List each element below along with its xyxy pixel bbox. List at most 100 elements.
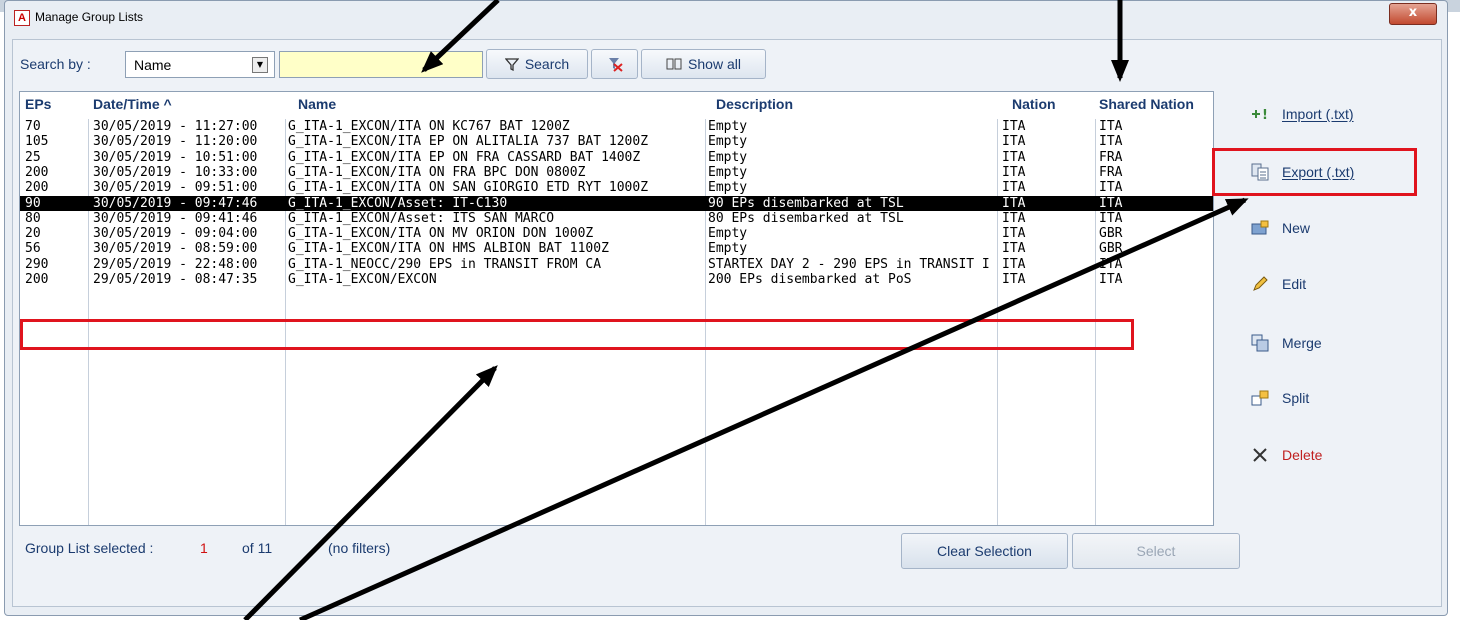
export-label: Export (.txt) (1282, 164, 1355, 180)
cell-description: Empty (708, 164, 748, 180)
split-icon (1250, 388, 1270, 408)
show-all-label: Show all (688, 56, 741, 72)
clear-selection-button[interactable]: Clear Selection (901, 533, 1068, 569)
cell-description: 80 EPs disembarked at TSL (708, 210, 904, 226)
cell-nation: ITA (1002, 256, 1026, 272)
cell-shared: ITA (1099, 134, 1123, 150)
table-row[interactable]: 105 30/05/2019 - 11:20:00 G_ITA-1_EXCON/IT… (20, 134, 1213, 149)
cell-datetime: 30/05/2019 - 09:47:46 (93, 195, 258, 211)
table-row[interactable]: 70 30/05/2019 - 11:27:00 G_ITA-1_EXCON/ITA… (20, 119, 1213, 134)
cell-eps: 90 (25, 195, 41, 211)
cell-description: 90 EPs disembarked at TSL (708, 195, 904, 211)
cell-nation: ITA (1002, 164, 1026, 180)
delete-button[interactable]: Delete (1250, 445, 1322, 465)
merge-label: Merge (1282, 335, 1322, 351)
new-label: New (1282, 220, 1311, 236)
cell-datetime: 30/05/2019 - 11:27:00 (93, 119, 258, 134)
cell-eps: 25 (25, 149, 41, 165)
new-button[interactable]: New (1250, 218, 1310, 238)
cell-name: G_ITA-1_EXCON/ITA ON HMS ALBION BAT 1100… (288, 241, 609, 257)
cell-shared: FRA (1099, 149, 1123, 165)
export-icon (1250, 162, 1270, 182)
selected-label: Group List selected : (25, 540, 154, 556)
pencil-icon (1250, 274, 1270, 294)
cell-eps: 70 (25, 119, 41, 134)
split-label: Split (1282, 390, 1310, 406)
cell-name: G_ITA-1_EXCON/ITA EP ON FRA CASSARD BAT … (288, 149, 641, 165)
close-button[interactable]: x (1389, 3, 1437, 25)
cell-name: G_ITA-1_EXCON/ITA ON MV ORION DON 1000Z (288, 226, 594, 242)
search-input[interactable] (279, 51, 483, 78)
cell-datetime: 30/05/2019 - 08:59:00 (93, 241, 258, 257)
edit-label: Edit (1282, 276, 1307, 292)
table-row[interactable]: 20 30/05/2019 - 09:04:00 G_ITA-1_EXCON/ITA… (20, 226, 1213, 241)
edit-button[interactable]: Edit (1250, 274, 1306, 294)
group-list-table[interactable]: EPs Date/Time ^ Name Description Nation … (19, 91, 1214, 526)
search-by-label: Search by : (20, 56, 91, 72)
column-header-description[interactable]: Description (716, 96, 793, 112)
cell-shared: ITA (1099, 119, 1123, 134)
show-all-button[interactable]: Show all (641, 49, 766, 79)
import-button[interactable]: ! Import (.txt) (1250, 104, 1354, 124)
cell-datetime: 30/05/2019 - 09:51:00 (93, 180, 258, 196)
merge-button[interactable]: Merge (1250, 333, 1322, 353)
cell-name: G_ITA-1_EXCON/ITA ON SAN GIORGIO ETD RYT… (288, 180, 649, 196)
table-row[interactable]: 25 30/05/2019 - 10:51:00 G_ITA-1_EXCON/ITA… (20, 150, 1213, 165)
cell-description: Empty (708, 134, 748, 150)
chevron-down-icon[interactable]: ▼ (252, 57, 268, 73)
import-label: Import (.txt) (1282, 106, 1354, 122)
new-icon (1250, 218, 1270, 238)
filter-status: (no filters) (328, 540, 391, 556)
merge-icon (1250, 333, 1270, 353)
cell-nation: ITA (1002, 149, 1026, 165)
cell-eps: 80 (25, 210, 41, 226)
import-icon: ! (1250, 104, 1270, 124)
cell-eps: 200 (25, 164, 49, 180)
cell-nation: ITA (1002, 226, 1026, 242)
table-row[interactable]: 56 30/05/2019 - 08:59:00 G_ITA-1_EXCON/ITA… (20, 241, 1213, 256)
cell-shared: ITA (1099, 210, 1123, 226)
cell-description: Empty (708, 180, 748, 196)
cell-shared: GBR (1099, 241, 1123, 257)
cell-shared: ITA (1099, 256, 1123, 272)
column-header-name[interactable]: Name (298, 96, 336, 112)
search-field-select[interactable]: Name ▼ (125, 51, 275, 78)
column-header-datetime[interactable]: Date/Time ^ (93, 96, 172, 112)
app-icon: A (14, 10, 30, 26)
cell-description: Empty (708, 226, 748, 242)
cell-datetime: 30/05/2019 - 09:04:00 (93, 226, 258, 242)
cell-name: G_ITA-1_EXCON/ITA ON FRA BPC DON 0800Z (288, 164, 586, 180)
select-button[interactable]: Select (1072, 533, 1240, 569)
book-icon (666, 58, 682, 70)
table-row[interactable]: 200 30/05/2019 - 09:51:00 G_ITA-1_EXCON/IT… (20, 180, 1213, 195)
table-row[interactable]: 200 29/05/2019 - 08:47:35 G_ITA-1_EXCON/EX… (20, 272, 1213, 287)
table-row[interactable]: 290 29/05/2019 - 22:48:00 G_ITA-1_NEOCC/29… (20, 257, 1213, 272)
cell-name: G_ITA-1_EXCON/Asset: ITS SAN MARCO (288, 210, 555, 226)
cell-name: G_ITA-1_EXCON/EXCON (288, 272, 437, 287)
cell-eps: 200 (25, 272, 49, 287)
cell-shared: FRA (1099, 164, 1123, 180)
export-button[interactable]: Export (.txt) (1250, 162, 1354, 182)
filter-icon (504, 58, 519, 71)
delete-icon (1250, 445, 1270, 465)
table-row[interactable]: 90 30/05/2019 - 09:47:46 G_ITA-1_EXCON/Ass… (20, 195, 1213, 211)
split-button[interactable]: Split (1250, 388, 1309, 408)
search-button[interactable]: Search (486, 49, 588, 79)
svg-text:!: ! (1262, 108, 1268, 122)
column-header-shared-nation[interactable]: Shared Nation (1099, 96, 1194, 112)
column-header-nation[interactable]: Nation (1012, 96, 1056, 112)
cell-nation: ITA (1002, 272, 1026, 287)
table-row[interactable]: 80 30/05/2019 - 09:41:46 G_ITA-1_EXCON/Ass… (20, 211, 1213, 226)
cell-shared: ITA (1099, 180, 1123, 196)
cell-nation: ITA (1002, 195, 1026, 211)
clear-filter-icon (608, 58, 623, 72)
table-row[interactable]: 200 30/05/2019 - 10:33:00 G_ITA-1_EXCON/IT… (20, 165, 1213, 180)
cell-shared: GBR (1099, 226, 1123, 242)
column-header-eps[interactable]: EPs (25, 96, 51, 112)
clear-filter-button[interactable] (591, 49, 638, 79)
cell-nation: ITA (1002, 134, 1026, 150)
cell-datetime: 29/05/2019 - 08:47:35 (93, 272, 258, 287)
selected-count: 1 (200, 540, 208, 556)
cell-eps: 20 (25, 226, 41, 242)
search-field-value: Name (134, 57, 172, 73)
